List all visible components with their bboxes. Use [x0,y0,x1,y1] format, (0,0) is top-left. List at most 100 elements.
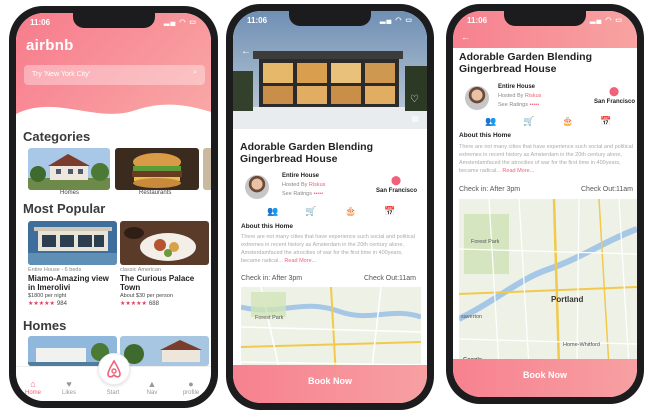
start-button[interactable] [98,353,130,385]
host-line: Hosted By Riskus [282,182,325,188]
airbnb-symbol-icon [107,359,121,378]
popular-item-2-price: About $30 per person [120,293,173,299]
hosted-by-label: Hosted By [498,93,524,99]
search-input[interactable]: Try 'New York City' ⌕ [24,65,205,85]
ratings-line[interactable]: See Ratings ••••• [282,191,323,197]
popular-item-1-image[interactable] [28,221,117,265]
ratings-line[interactable]: See Ratings ••••• [498,102,539,108]
map-label-portland: Portland [551,295,584,304]
tab-home-label: Home [24,390,41,396]
back-arrow-icon[interactable]: ← [241,46,251,57]
map-label-forest-park: Forest Park [255,315,284,321]
check-out-label: Check Out:11am [364,275,417,282]
book-now-button[interactable]: Book Now [233,365,427,403]
host-avatar[interactable] [245,175,269,199]
map-roads [241,287,421,377]
see-ratings-label: See Ratings [282,191,312,197]
popular-item-1-price: $1800 per night [28,293,67,299]
home-icon: ⌂ [30,379,36,389]
category-label-homes: Homes [60,190,80,196]
popular-item-2-image[interactable] [120,221,209,265]
tab-likes[interactable]: ♥ Likes [54,379,84,396]
map-label-forest-park: Forest Park [471,239,500,245]
host-line: Hosted By Riskus [498,93,541,99]
host-name[interactable]: Riskus [525,93,542,99]
category-label-restaurants: Restaurants [139,190,172,196]
heart-icon: ♥ [66,379,72,389]
about-body: There are not many cities that have expe… [459,144,633,174]
listing-title: Adorable Garden Blending Gingerbread Hou… [240,141,374,165]
check-out-label: Check Out:11am [581,186,634,193]
location-label: San Francisco [594,99,636,105]
categories-title: Categories [23,129,91,144]
popular-item-1-title[interactable]: Miamo-Amazing view in Imerolivi [28,274,118,292]
rating-count: 688 [148,301,159,307]
people-icon: 👥 [267,206,279,216]
map-roads [459,199,637,367]
about-text: There are not many cities that have expe… [459,143,637,175]
location-map[interactable]: Forest Park [241,287,421,377]
rating-count: 984 [56,301,67,307]
share-icon[interactable]: ▤ [411,114,419,123]
cart-icon: 🛒 [523,116,535,126]
location-label: San Francisco [376,188,418,194]
cake-icon: 🎂 [345,206,357,216]
wifi-battery-icon: ▂▄ ◠ ▭ [590,17,623,24]
category-more-image[interactable] [203,148,211,190]
star-icons: ★★★★★ [28,301,55,307]
hero-image [233,11,427,129]
status-bar: 11:06 ▂▄ ◠ ▭ [247,16,413,28]
cart-icon: 🛒 [305,206,317,216]
burger-photo [115,148,199,190]
glass-house-photo [233,11,427,129]
detail-scrolled-screen: 11:06 ▂▄ ◠ ▭ ← Adorable Garden Blending … [453,11,637,397]
tab-nav[interactable]: ▲ Nav [137,379,167,396]
tab-likes-label: Likes [61,390,76,396]
about-title: About this Home [459,132,511,139]
rating-dots: ••••• [313,191,324,197]
host-name[interactable]: Riskus [309,182,326,188]
airbnb-logo: airbnb [26,37,74,54]
home-screen: 11:06 ▂▄ ◠ ▭ airbnb Try 'New York City' … [16,13,211,401]
check-in-label: Check in: After 3pm [459,186,521,193]
book-now-button[interactable]: Book Now [453,359,637,397]
map-label-saverton: saverton [461,314,483,320]
tab-home[interactable]: ⌂ Home [18,379,48,396]
cake-icon: 🎂 [562,116,574,126]
detail-screen: 11:06 ▂▄ ◠ ▭ ← ♡ ▤ Adorable Garden Blend… [233,11,427,403]
homes-title: Homes [23,318,67,333]
about-body: There are not many cities that have expe… [241,234,415,264]
see-ratings-label: See Ratings [498,102,528,108]
profile-icon: ● [188,379,194,389]
tab-start[interactable]: Start [98,390,128,396]
category-homes-image[interactable] [28,148,110,190]
location-pin-icon: ⬤ [609,86,620,96]
host-avatar[interactable] [465,86,489,110]
tab-nav-label: Nav [146,390,158,396]
location-map[interactable]: Forest Park Portland saverton Home-Whitf… [459,199,637,367]
listing-title: Adorable Garden Blending Gingerbread Hou… [459,51,593,75]
tab-start-label: Start [106,390,120,396]
status-time: 11:06 [30,18,51,27]
search-icon[interactable]: ⌕ [193,69,197,77]
status-bar: 11:06 ▂▄ ◠ ▭ [30,18,197,30]
modern-house-photo [28,221,117,265]
phone-home: 11:06 ▂▄ ◠ ▭ airbnb Try 'New York City' … [9,6,218,408]
popular-item-2-title[interactable]: The Curious Palace Town [120,274,210,292]
back-arrow-icon[interactable]: ← [461,32,470,42]
star-icons: ★★★★★ [120,301,147,307]
heart-outline-icon[interactable]: ♡ [410,94,419,105]
calendar-icon: 📅 [384,206,396,216]
read-more-link[interactable]: Read More... [502,168,534,174]
read-more-link[interactable]: Read More... [284,258,316,264]
tab-bar: ⌂ Home ♥ Likes Start ▲ Nav ● profile [16,353,211,401]
hosted-by-label: Hosted By [282,182,308,188]
home-item-2-image[interactable] [120,336,209,366]
cottage-photo [120,336,209,366]
tab-profile[interactable]: ● profile [176,379,206,396]
category-restaurants-image[interactable] [115,148,199,190]
popular-item-1-rating: ★★★★★ 984 [28,300,67,307]
calendar-icon: 📅 [600,116,612,126]
status-time: 11:06 [467,16,488,25]
rating-dots: ••••• [529,102,540,108]
